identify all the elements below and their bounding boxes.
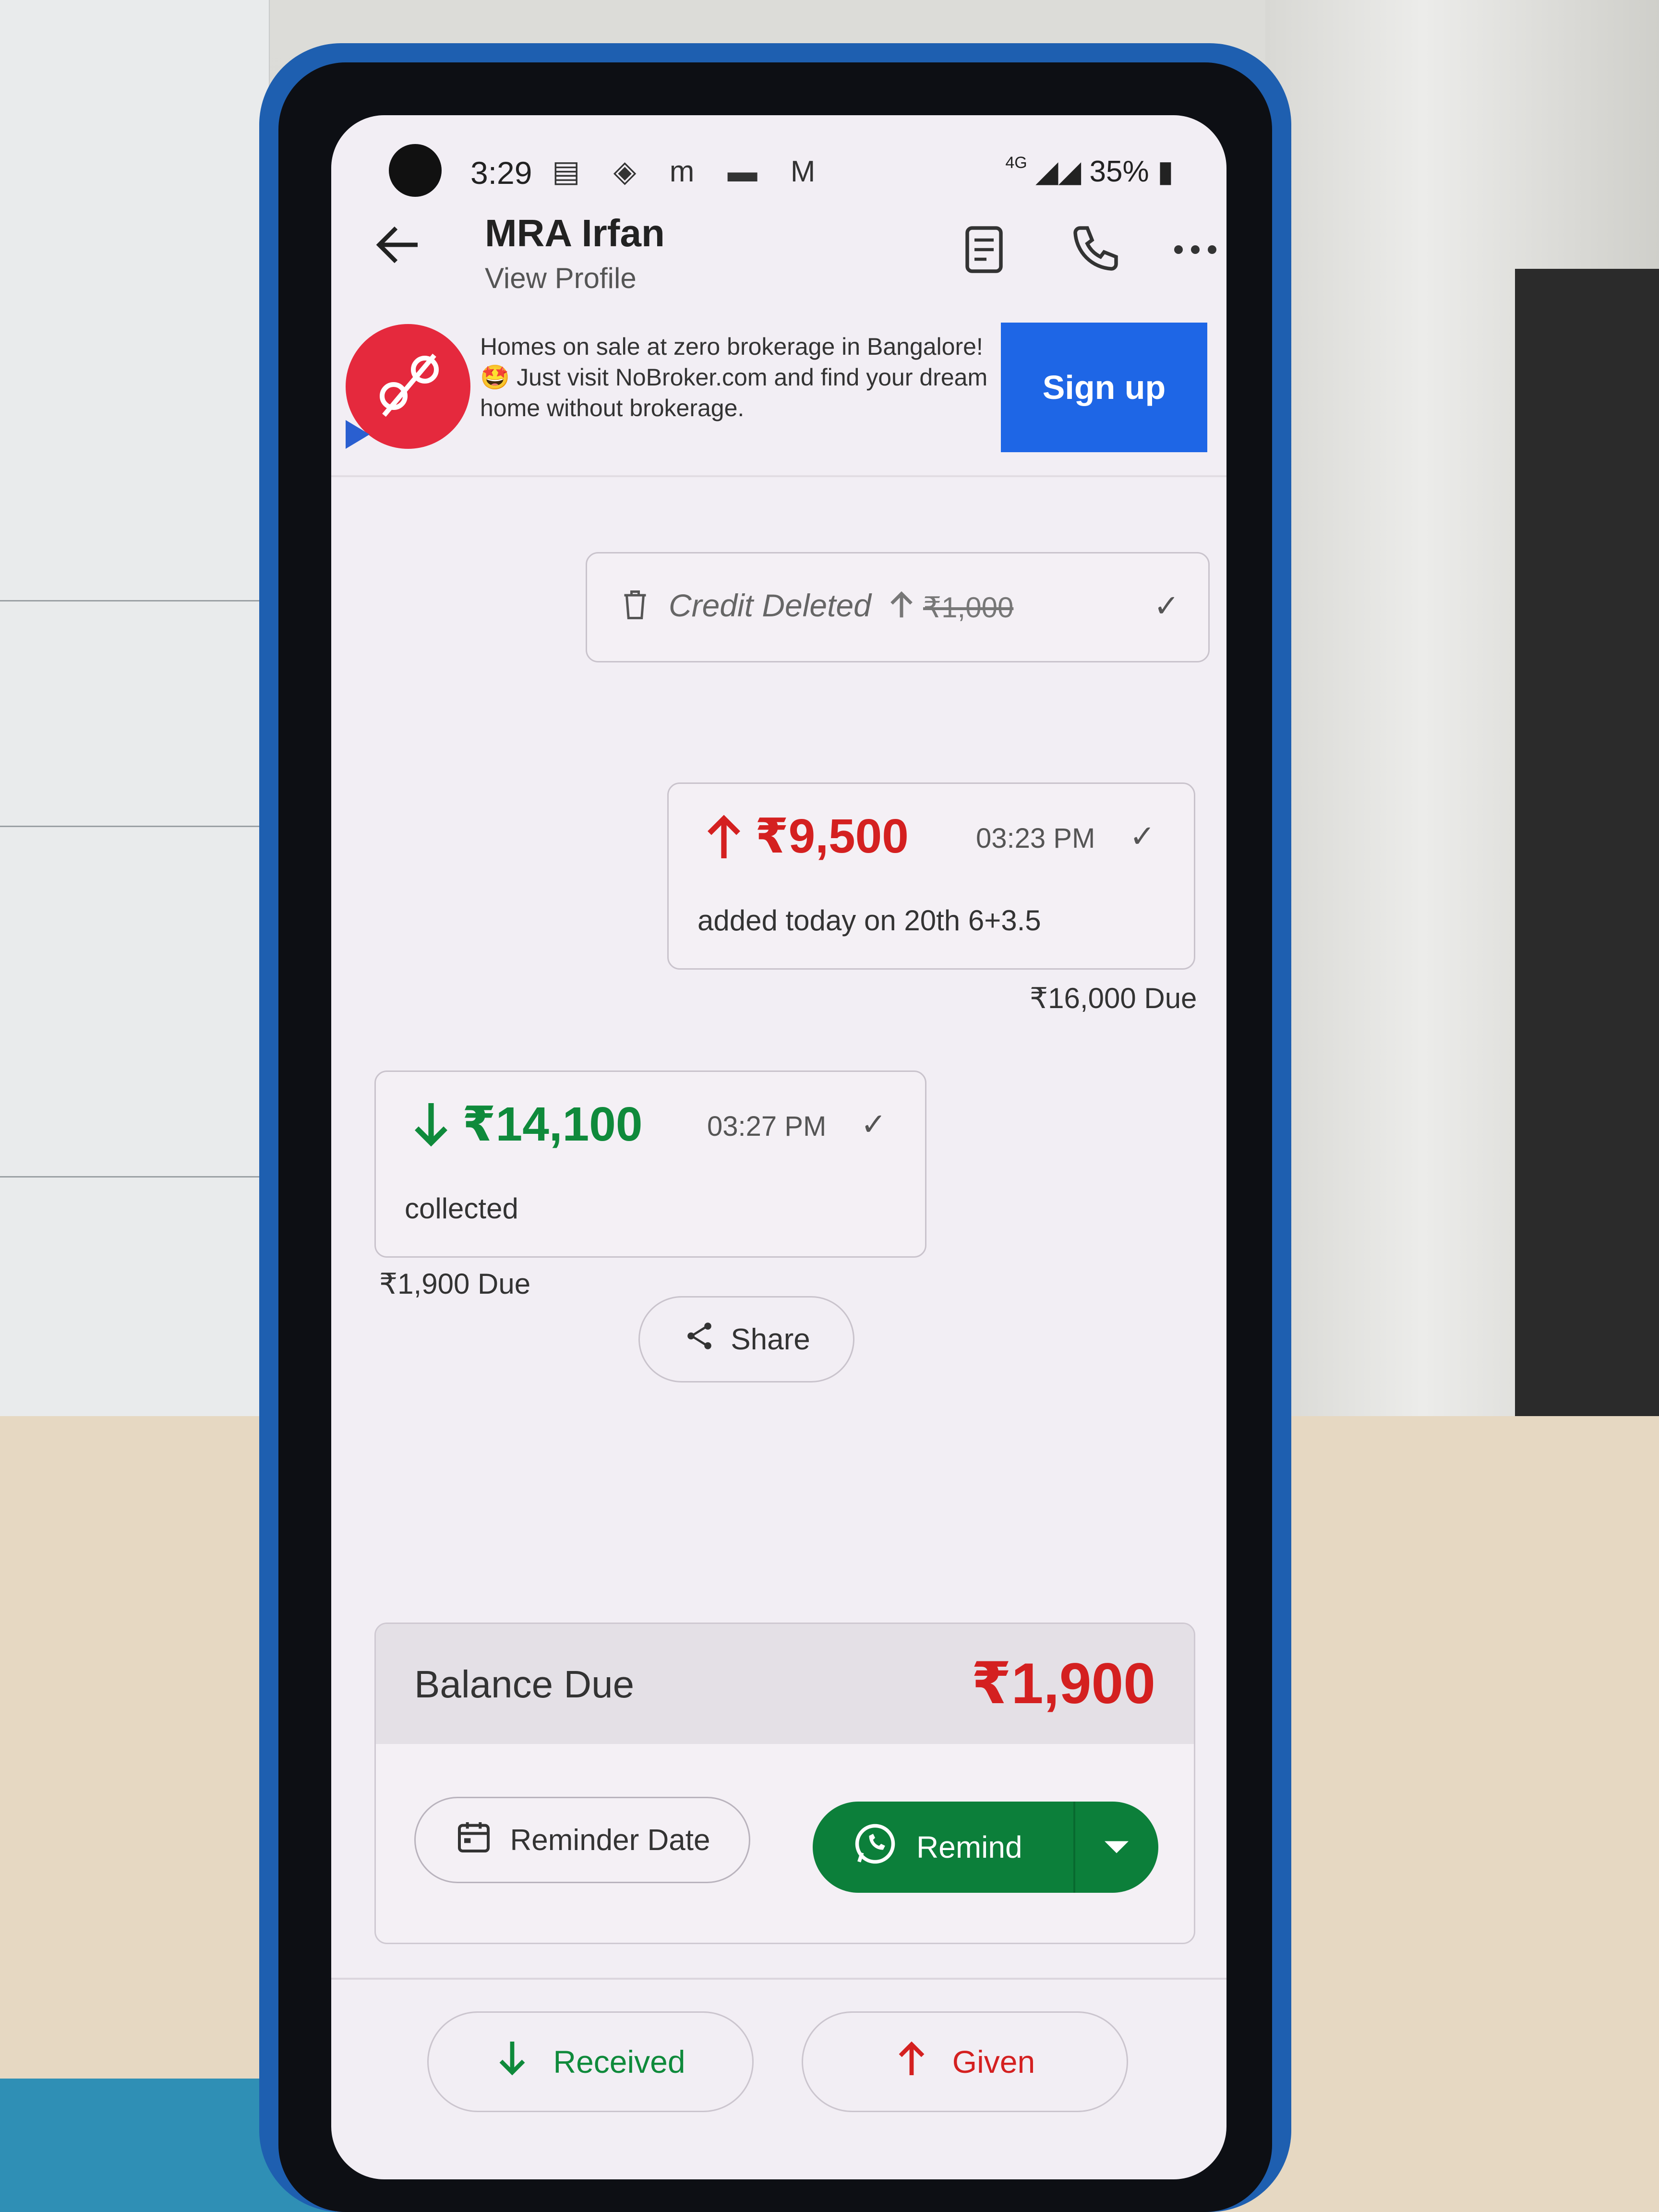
background-line xyxy=(0,826,259,827)
received-button[interactable]: Received xyxy=(427,2011,754,2112)
network-label: 4G xyxy=(1005,154,1027,172)
contact-name[interactable]: MRA Irfan xyxy=(485,211,665,255)
remind-label: Remind xyxy=(916,1830,1022,1864)
phone-screen: 3:29 ▤ ◈ m ▬ M 4G ◢◢ 35% ▮ MRA Irfan Vie… xyxy=(331,115,1226,2179)
balance-header: Balance Due ₹1,900 xyxy=(376,1624,1194,1744)
sent-check-icon: ✓ xyxy=(1130,819,1155,854)
signup-button[interactable]: Sign up xyxy=(1001,323,1207,452)
notification-icons: ▤ ◈ m ▬ M xyxy=(552,155,828,188)
chevron-down-icon[interactable] xyxy=(1073,1802,1158,1893)
report-icon[interactable] xyxy=(955,221,1013,278)
status-right: 4G ◢◢ 35% ▮ xyxy=(1005,154,1174,189)
deleted-amount: ₹1,000 xyxy=(923,591,1014,624)
chat-header: MRA Irfan View Profile xyxy=(331,206,1226,312)
balance-card: Balance Due ₹1,900 Reminder Date Remind xyxy=(374,1623,1195,1944)
ad-banner[interactable]: Homes on sale at zero brokerage in Banga… xyxy=(331,317,1226,477)
given-button[interactable]: Given xyxy=(802,2011,1128,2112)
given-amount: ₹9,500 xyxy=(755,809,909,863)
phone-bezel: 3:29 ▤ ◈ m ▬ M 4G ◢◢ 35% ▮ MRA Irfan Vie… xyxy=(278,62,1272,2212)
phone-frame: 3:29 ▤ ◈ m ▬ M 4G ◢◢ 35% ▮ MRA Irfan Vie… xyxy=(259,43,1291,2212)
received-label: Received xyxy=(553,2044,685,2080)
bottom-divider xyxy=(331,1978,1226,1980)
camera-cutout xyxy=(389,144,442,197)
back-arrow-icon[interactable] xyxy=(370,216,427,274)
received-time: 03:27 PM xyxy=(707,1111,827,1142)
received-due: ₹1,900 Due xyxy=(379,1268,531,1300)
background-line xyxy=(0,600,259,601)
share-icon xyxy=(683,1319,716,1360)
share-label: Share xyxy=(731,1322,810,1356)
deleted-label: Credit Deleted xyxy=(669,588,871,623)
ad-text: Homes on sale at zero brokerage in Banga… xyxy=(480,333,988,421)
sent-check-icon: ✓ xyxy=(1154,589,1179,623)
calendar-icon xyxy=(455,1817,493,1863)
status-time: 3:29 xyxy=(470,155,532,191)
remind-main-action[interactable]: Remind xyxy=(813,1820,1073,1875)
whatsapp-icon xyxy=(851,1820,899,1875)
trash-icon xyxy=(621,588,649,624)
phone-icon[interactable] xyxy=(1066,221,1123,278)
received-amount: ₹14,100 xyxy=(462,1097,643,1151)
view-profile-link[interactable]: View Profile xyxy=(485,262,637,295)
given-due: ₹16,000 Due xyxy=(1030,982,1197,1014)
remind-button[interactable]: Remind xyxy=(813,1802,1158,1893)
given-time: 03:23 PM xyxy=(976,823,1095,854)
background-paper xyxy=(0,0,270,1440)
balance-amount: ₹1,900 xyxy=(971,1651,1155,1716)
down-arrow-icon xyxy=(495,2037,529,2087)
background-line xyxy=(0,1176,259,1178)
sent-check-icon: ✓ xyxy=(861,1107,887,1142)
up-arrow-icon xyxy=(895,2037,928,2087)
received-note: collected xyxy=(405,1192,518,1225)
received-transaction-bubble[interactable]: ₹14,100 03:27 PM ✓ collected xyxy=(374,1070,926,1258)
down-arrow-icon xyxy=(409,1098,453,1154)
given-label: Given xyxy=(952,2044,1035,2080)
nobroker-logo xyxy=(346,324,470,449)
status-bar: 3:29 ▤ ◈ m ▬ M 4G ◢◢ 35% ▮ xyxy=(331,115,1226,197)
signal-icon: ◢◢ xyxy=(1035,155,1082,188)
up-arrow-icon xyxy=(885,588,918,624)
battery-icon: ▮ xyxy=(1157,155,1174,188)
balance-label: Balance Due xyxy=(414,1663,635,1706)
reminder-date-label: Reminder Date xyxy=(510,1823,710,1857)
given-note: added today on 20th 6+3.5 xyxy=(697,904,1041,937)
reminder-date-button[interactable]: Reminder Date xyxy=(414,1797,750,1883)
given-transaction-bubble[interactable]: ₹9,500 03:23 PM ✓ added today on 20th 6+… xyxy=(667,782,1195,970)
deleted-credit-bubble[interactable]: Credit Deleted ₹1,000 ✓ xyxy=(586,552,1210,662)
battery-level: 35% xyxy=(1089,155,1149,188)
more-icon[interactable] xyxy=(1166,221,1224,278)
background-dark-object xyxy=(1515,269,1659,1565)
share-button[interactable]: Share xyxy=(638,1296,854,1382)
up-arrow-icon xyxy=(702,810,745,866)
